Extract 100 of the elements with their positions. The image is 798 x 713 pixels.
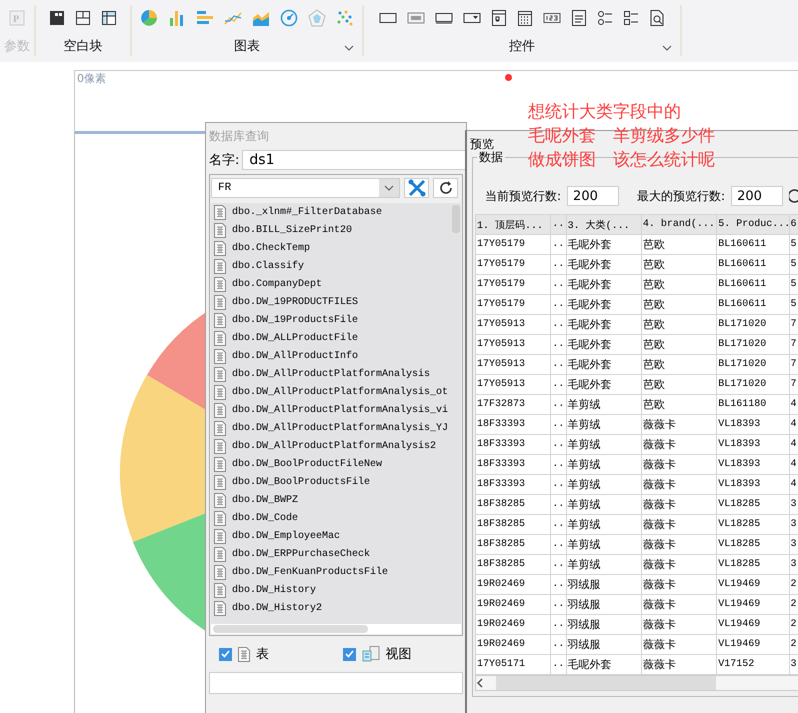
column-header[interactable]: 5. Produc...: [716, 214, 790, 234]
max-rows-field[interactable]: 200: [731, 186, 784, 206]
table-list-item[interactable]: dbo.DW_AllProductPlatformAnalysis: [211, 365, 449, 383]
input-field[interactable]: [209, 672, 463, 694]
horizontal-scrollbar[interactable]: [211, 624, 461, 634]
checkbox[interactable]: [219, 648, 232, 660]
table-cell: VL19469: [716, 614, 790, 634]
toolbar-group-label: 参数: [4, 38, 30, 55]
table-cell: 17Y05913: [476, 314, 551, 334]
table-list-item[interactable]: dbo.DW_BWPZ: [211, 491, 449, 509]
table-list-item[interactable]: dbo.CompanyDept: [211, 275, 449, 293]
table-list-item[interactable]: dbo.DW_AllProductPlatformAnalysis_vi: [211, 401, 449, 419]
table-block-icon[interactable]: [101, 10, 117, 26]
bar-chart-icon[interactable]: [168, 9, 186, 27]
area-chart-icon[interactable]: [252, 9, 270, 27]
toolbar-group-label: 控件: [509, 38, 535, 55]
table-cell: 羊剪绒: [566, 414, 642, 434]
combo-list-icon[interactable]: [491, 9, 507, 27]
chevron-down-icon[interactable]: [384, 185, 394, 191]
table-list-item[interactable]: dbo.DW_History2: [211, 599, 449, 617]
chevron-down-icon[interactable]: [344, 45, 354, 51]
current-rows-field[interactable]: 200: [567, 186, 620, 206]
scroll-left-icon[interactable]: [476, 678, 484, 688]
split-block-icon[interactable]: [75, 10, 91, 26]
column-header[interactable]: 3. 大类(...: [566, 214, 642, 234]
table-cell: 17Y05179: [476, 294, 551, 314]
table-list-item[interactable]: dbo.DW_ERPPurchaseCheck: [211, 545, 449, 563]
table-cell: 薇薇卡: [641, 614, 717, 634]
table-list-item[interactable]: dbo.CheckTemp: [211, 239, 449, 257]
refresh-button[interactable]: [433, 178, 458, 198]
table-cell: 18F38285: [476, 514, 551, 534]
table-cell: VL19469: [716, 634, 790, 654]
table-cell: 毛呢外套: [566, 314, 642, 334]
chevron-down-icon[interactable]: [662, 45, 672, 51]
table-list-item[interactable]: dbo.DW_ALLProductFile: [211, 329, 449, 347]
table-cell: 18F33393: [476, 434, 551, 454]
text-area-icon[interactable]: [571, 9, 587, 27]
scrollbar-thumb[interactable]: [452, 205, 460, 233]
table-cell: 羊剪绒: [566, 474, 642, 494]
column-header[interactable]: 1. 顶层码...: [476, 214, 551, 234]
table-cell: 芭欧: [641, 274, 717, 294]
connection-dropdown[interactable]: FR: [211, 178, 400, 198]
table-cell: 芭欧: [641, 314, 717, 334]
radio-group-icon[interactable]: [597, 10, 613, 26]
table-list-item[interactable]: dbo.DW_History: [211, 581, 449, 599]
filled-block-icon[interactable]: [49, 10, 65, 26]
table-list-item[interactable]: dbo.DW_19ProductsFile: [211, 311, 449, 329]
scrollbar-thumb[interactable]: [496, 676, 716, 690]
checkbox[interactable]: [342, 648, 356, 660]
text-field-icon[interactable]: [435, 12, 453, 24]
table-list-item[interactable]: dbo.DW_19PRODUCTFILES: [211, 293, 449, 311]
column-header[interactable]: ..: [550, 214, 566, 234]
calendar-icon[interactable]: [517, 9, 533, 27]
pie-chart-icon[interactable]: [140, 9, 158, 27]
scatter-chart-icon[interactable]: [336, 9, 354, 27]
refresh-icon[interactable]: [789, 189, 798, 203]
table-list-item[interactable]: dbo.Classify: [211, 257, 449, 275]
table-list-item[interactable]: dbo.DW_BoolProductFileNew: [211, 455, 449, 473]
connection-settings-button[interactable]: [404, 178, 429, 198]
search-icon[interactable]: [649, 9, 665, 27]
table-cell: 17F32873: [476, 394, 551, 414]
table-list-item[interactable]: dbo.DW_EmployeeMac: [211, 527, 449, 545]
table-list-item[interactable]: dbo.DW_AllProductInfo: [211, 347, 449, 365]
horizontal-scrollbar[interactable]: [475, 675, 798, 691]
group-label: 数据: [477, 149, 505, 166]
table-cell: 18F38285: [476, 494, 551, 514]
annotation-text: 做成饼图 该怎么统计呢: [528, 149, 715, 172]
table-list-item[interactable]: dbo.DW_Code: [211, 509, 449, 527]
table-cell: 薇薇卡: [641, 654, 717, 674]
button-widget-icon[interactable]: [379, 12, 397, 24]
table-list-item[interactable]: dbo.DW_AllProductPlatformAnalysis2: [211, 437, 449, 455]
table-list-item[interactable]: dbo.DW_FenKuanProductsFile: [211, 563, 449, 581]
table-file-icon: [214, 204, 226, 220]
label-widget-icon[interactable]: [407, 12, 425, 24]
dropdown-widget-icon[interactable]: [463, 12, 481, 24]
table-list-item[interactable]: dbo.DW_BoolProductsFile: [211, 473, 449, 491]
table-list-item[interactable]: dbo.BILL_SizePrint20: [211, 221, 449, 239]
horizontal-bar-icon[interactable]: [196, 9, 214, 27]
table-cell: 薇薇卡: [641, 514, 717, 534]
table-list-item[interactable]: dbo.DW_AllProductPlatformAnalysis_YJ: [211, 419, 449, 437]
table-cell: BL171020: [716, 314, 790, 334]
name-field[interactable]: ds1: [242, 150, 466, 170]
table-file-icon: [238, 646, 250, 662]
table-cell: V17152: [716, 654, 790, 674]
table-cell: 毛呢外套: [566, 294, 642, 314]
table-cell: 毛呢外套: [566, 334, 642, 354]
number-field-icon[interactable]: [543, 12, 561, 24]
scrollbar-thumb[interactable]: [213, 625, 368, 633]
table-list-item[interactable]: dbo.DW_AllProductPlatformAnalysis_ot: [211, 383, 449, 401]
table-cell: 羽绒服: [566, 634, 642, 654]
toolbar-group-label: 空白块: [64, 38, 102, 55]
table-list-item[interactable]: dbo._xlnm#_FilterDatabase: [211, 203, 449, 221]
table-cell: BL160611: [716, 274, 790, 294]
table-cell: 芭欧: [641, 334, 717, 354]
column-header[interactable]: 4. brand(...: [641, 214, 717, 234]
table-file-icon: [214, 528, 226, 544]
gauge-icon[interactable]: [280, 9, 298, 27]
checkbox-group-icon[interactable]: [623, 10, 639, 26]
table-cell: 毛呢外套: [566, 354, 642, 374]
annotation-text: 想统计大类字段中的: [528, 101, 682, 124]
